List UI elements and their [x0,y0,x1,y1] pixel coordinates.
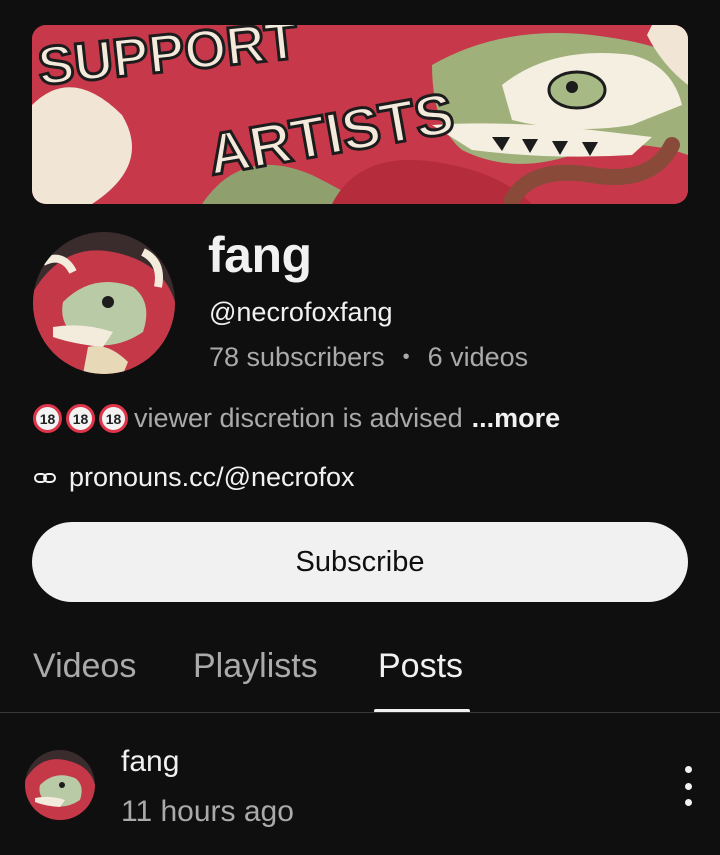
post-author-name[interactable]: fang [121,745,179,779]
kebab-dot [684,799,692,806]
tabs-divider [0,712,720,713]
subscriber-count: 78 subscribers [209,342,385,372]
channel-description[interactable]: 18 18 18 viewer discretion is advised ..… [33,403,560,434]
channel-link[interactable]: pronouns.cc/@necrofox [33,462,355,493]
video-count: 6 videos [427,342,529,372]
link-icon [34,472,56,483]
channel-banner: SUPPORT ARTISTS [32,25,688,204]
kebab-dot [684,782,692,790]
channel-handle: @necrofoxfang [209,297,393,327]
post-avatar-artwork [25,750,95,820]
channel-tabs: Videos Playlists Posts [0,640,720,713]
channel-name: fang [208,227,312,283]
tab-videos[interactable]: Videos [33,647,136,686]
tab-playlists[interactable]: Playlists [193,647,318,686]
channel-stats: 78 subscribers • 6 videos [209,342,528,373]
banner-artwork: SUPPORT ARTISTS [32,25,688,204]
age-18-badge-icon: 18 [33,404,62,433]
subscribe-button[interactable]: Subscribe [32,522,688,602]
channel-page: SUPPORT ARTISTS fang @necrofoxfang 78 su… [0,0,720,855]
stats-separator: • [402,346,410,368]
age-18-badge-icon: 18 [99,404,128,433]
kebab-menu-icon[interactable] [678,766,698,806]
more-link[interactable]: ...more [472,403,561,434]
age-18-badge-icon: 18 [66,404,95,433]
post-author-avatar[interactable] [25,750,95,820]
tab-posts[interactable]: Posts [378,647,463,686]
channel-avatar[interactable] [33,232,175,374]
avatar-artwork [33,232,175,374]
description-text: viewer discretion is advised [134,403,463,433]
post-timestamp: 11 hours ago [121,795,294,828]
kebab-dot [684,766,692,773]
link-text[interactable]: pronouns.cc/@necrofox [69,462,355,493]
